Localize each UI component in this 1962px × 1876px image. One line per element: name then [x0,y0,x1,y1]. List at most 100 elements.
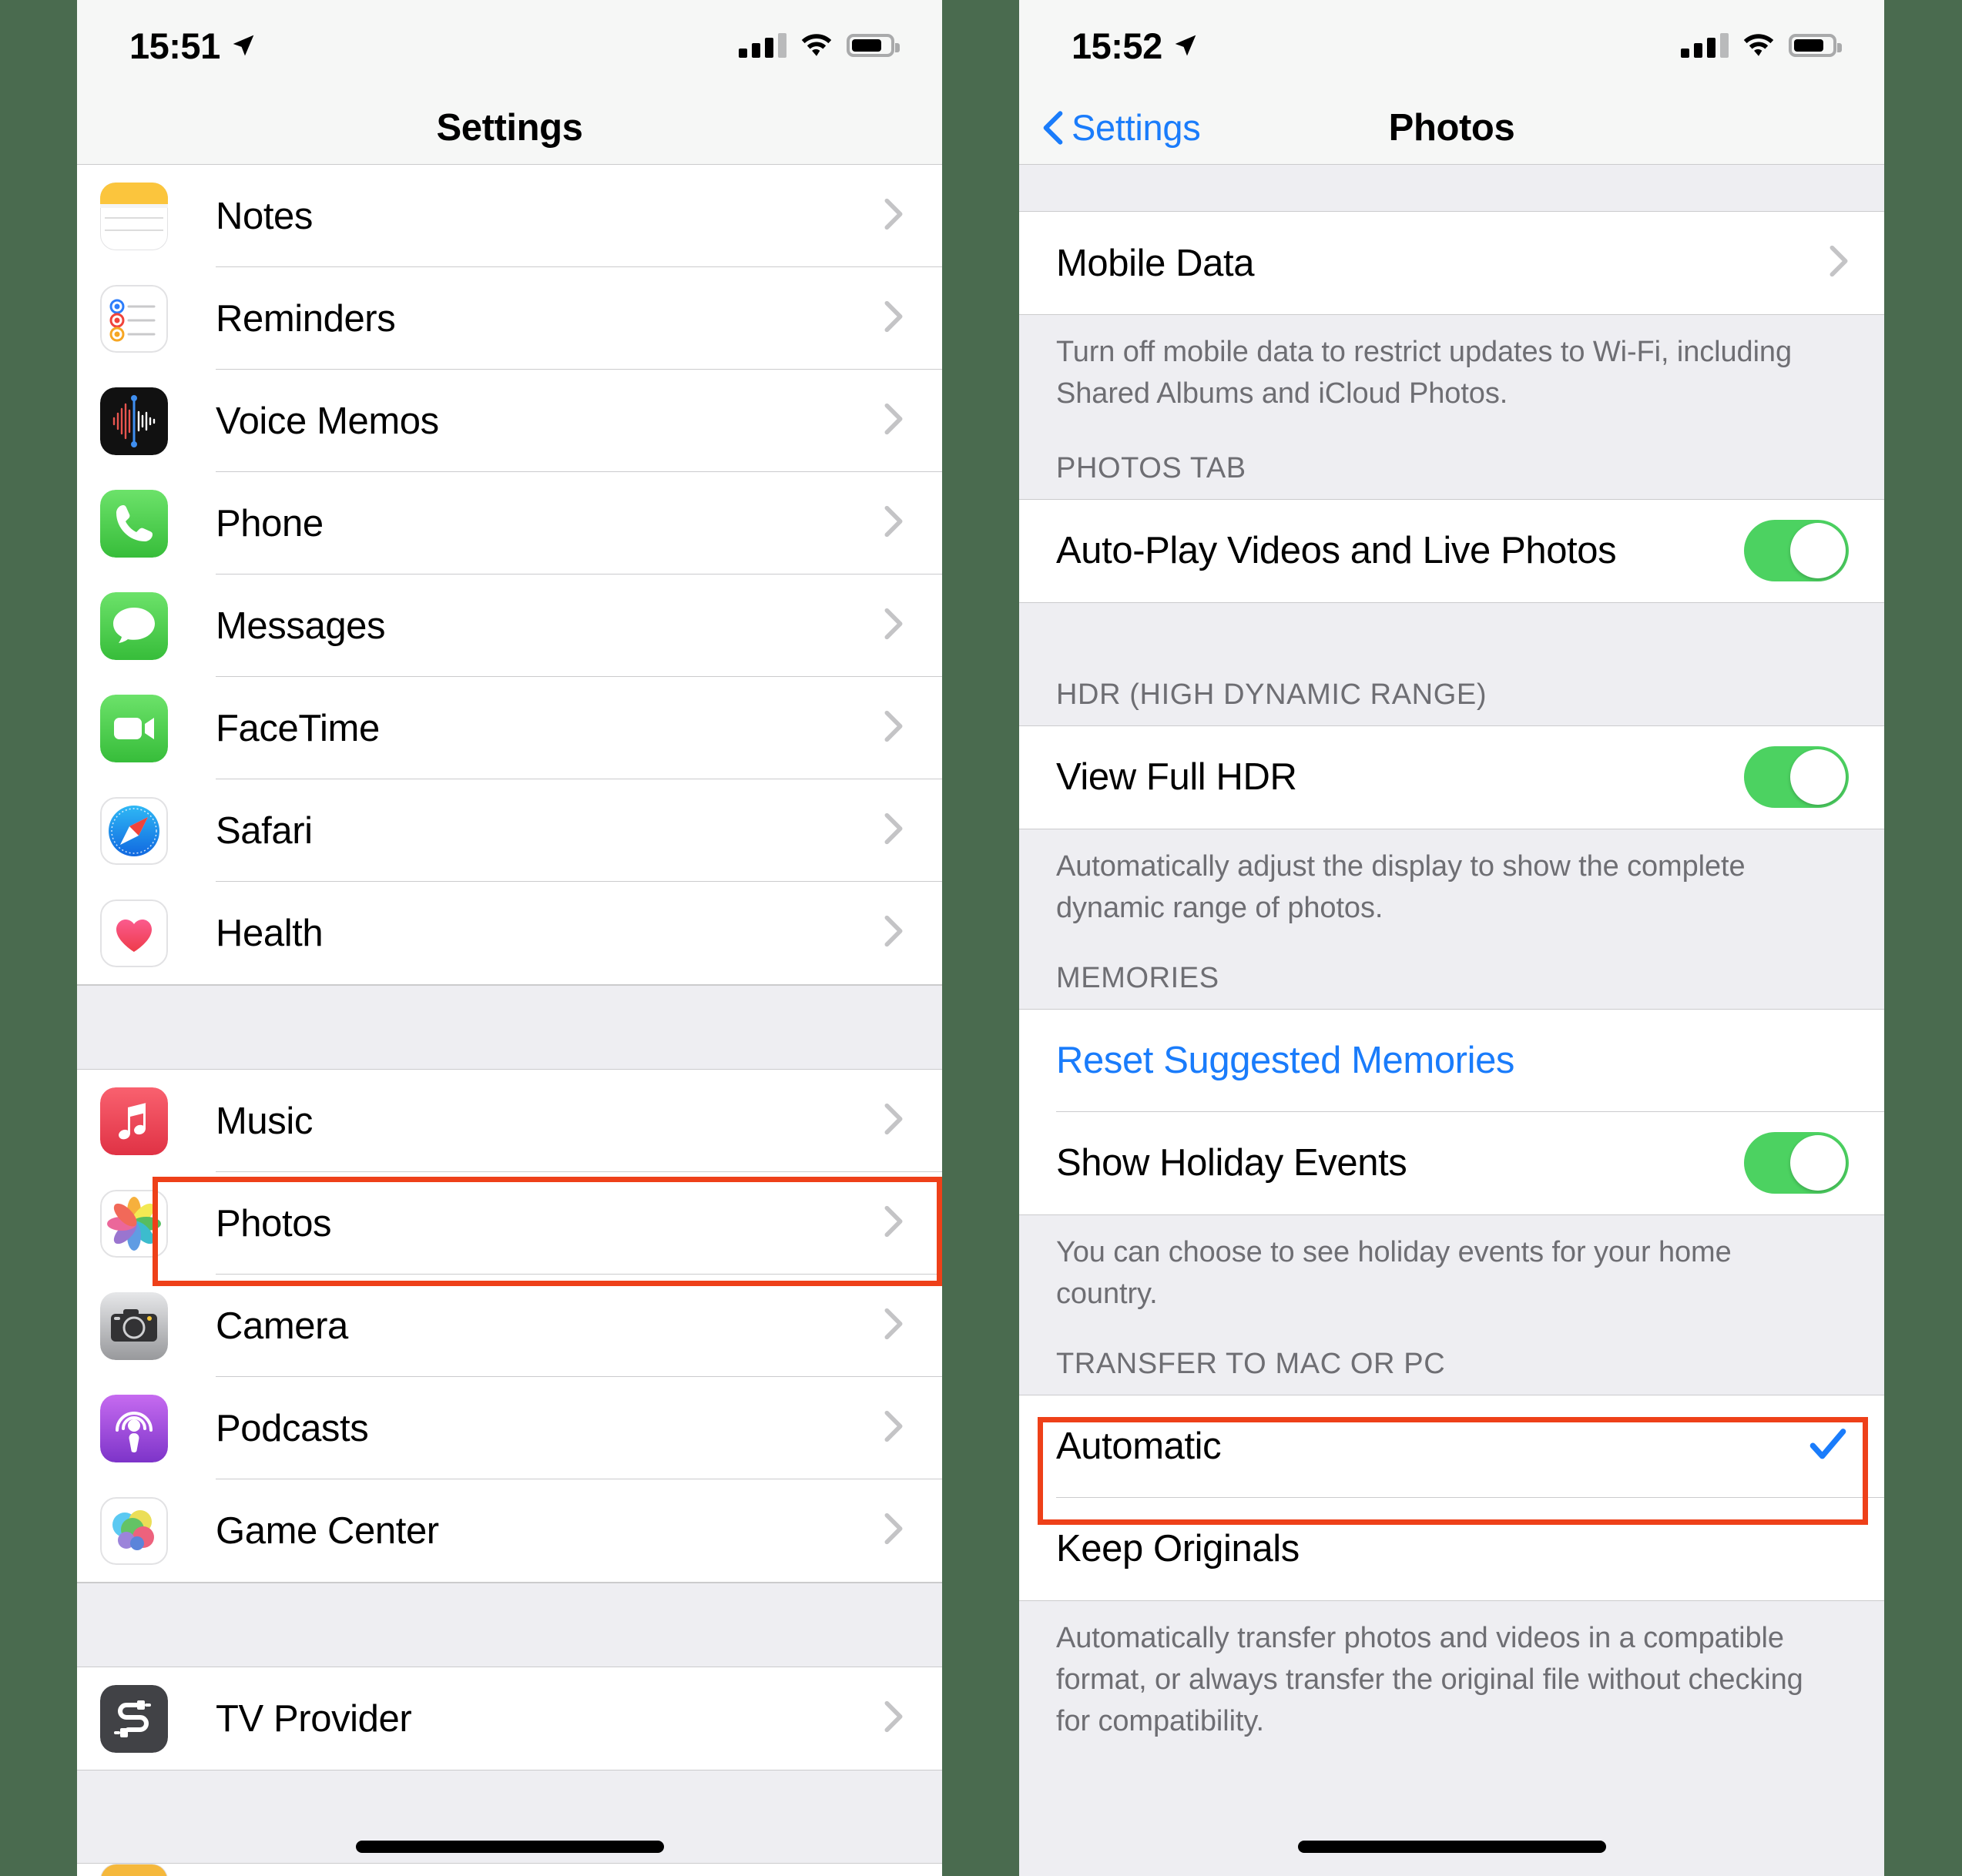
section-memories: Reset Suggested Memories Show Holiday Ev… [1019,1008,1884,1215]
row-label: Automatic [1056,1425,1222,1468]
status-left: 15:51 [129,25,256,67]
music-app-icon [100,1087,168,1155]
chevron-right-icon [1829,244,1849,282]
section-mobile-data: Mobile Data [1019,211,1884,315]
sidebar-item-reminders[interactable]: Reminders [77,267,942,370]
row-auto-play-videos[interactable]: Auto-Play Videos and Live Photos [1019,499,1884,602]
sidebar-item-facetime[interactable]: FaceTime [77,677,942,779]
health-app-icon [100,899,168,967]
facetime-app-icon [100,694,168,762]
chevron-right-icon [884,709,904,747]
section-hdr: View Full HDR [1019,725,1884,829]
show-holiday-events-toggle[interactable] [1744,1132,1849,1194]
section-header-hdr: HDR (HIGH DYNAMIC RANGE) [1019,678,1884,725]
row-show-holiday-events[interactable]: Show Holiday Events [1019,1111,1884,1214]
section-header-memories: MEMORIES [1019,961,1884,1009]
sidebar-item-label: Reminders [216,297,396,340]
chevron-right-icon [884,1204,904,1242]
sidebar-item-messages[interactable]: Messages [77,575,942,677]
wifi-icon [800,33,833,58]
sidebar-item-game-center[interactable]: Game Center [77,1479,942,1582]
battery-icon [1789,34,1842,57]
checkmark-icon [1807,1424,1849,1469]
chevron-right-icon [884,914,904,952]
section-photos-tab: Auto-Play Videos and Live Photos [1019,498,1884,603]
status-bar: 15:51 [77,0,942,91]
phone-app-icon [100,489,168,558]
row-view-full-hdr[interactable]: View Full HDR [1019,725,1884,829]
sidebar-item-voice-memos[interactable]: Voice Memos [77,370,942,472]
sidebar-item-safari[interactable]: Safari [77,779,942,882]
home-indicator [355,1841,664,1853]
sidebar-item-health[interactable]: Health [77,882,942,984]
nav-bar: Settings Photos [1019,91,1884,165]
group-separator [77,985,942,1070]
nav-bar: Settings [77,91,942,165]
status-right [739,33,900,58]
view-full-hdr-toggle[interactable] [1744,746,1849,809]
podcasts-app-icon [100,1394,168,1462]
chevron-right-icon [884,1512,904,1549]
sidebar-item-phone[interactable]: Phone [77,472,942,575]
row-label: Reset Suggested Memories [1056,1040,1515,1082]
section-spacer [1019,944,1884,962]
footer-memories: You can choose to see holiday events for… [1019,1214,1884,1331]
sidebar-item-label: Game Center [216,1509,439,1552]
sidebar-item-tv-provider[interactable]: TV Provider [77,1667,942,1770]
partial-app-icon [100,1864,168,1876]
sidebar-item-partial[interactable] [77,1864,942,1876]
section-header-photos-tab: PHOTOS TAB [1019,451,1884,499]
status-right [1681,33,1842,58]
sidebar-item-photos[interactable]: Photos [77,1172,942,1275]
photos-settings-scroll[interactable]: Mobile Data Turn off mobile data to rest… [1019,165,1884,1876]
notes-app-icon [100,182,168,250]
row-keep-originals[interactable]: Keep Originals [1019,1497,1884,1600]
sidebar-item-label: Notes [216,195,314,237]
section-transfer: Automatic Keep Originals [1019,1394,1884,1601]
sidebar-item-label: Camera [216,1305,348,1347]
sidebar-item-music[interactable]: Music [77,1070,942,1172]
chevron-right-icon [884,197,904,235]
back-button[interactable]: Settings [1019,106,1201,149]
reminders-app-icon [100,284,168,353]
sidebar-item-label: Voice Memos [216,400,439,442]
sidebar-item-label: Music [216,1100,313,1142]
right-phone-photos-settings-screen: 15:52 Settings Photos Mobile Data Turn o… [1019,0,1884,1876]
row-label: Show Holiday Events [1056,1142,1407,1184]
screenshot-stage: 15:51 Settings Notes Reminders Voice Mem… [0,0,1962,1876]
list-bottom-padding [1019,1757,1884,1876]
settings-list-scroll[interactable]: Notes Reminders Voice Memos Phone Messag… [77,165,942,1876]
row-mobile-data[interactable]: Mobile Data [1019,212,1884,314]
row-label: View Full HDR [1056,756,1297,799]
row-reset-suggested-memories[interactable]: Reset Suggested Memories [1019,1009,1884,1112]
section-spacer [1019,602,1884,678]
chevron-right-icon [884,1307,904,1345]
row-label: Auto-Play Videos and Live Photos [1056,530,1617,572]
section-spacer [1019,430,1884,452]
middle-background [942,0,1019,1876]
camera-app-icon [100,1291,168,1360]
section-header-transfer: TRANSFER TO MAC OR PC [1019,1347,1884,1395]
cellular-signal-icon [1681,33,1729,58]
row-automatic[interactable]: Automatic [1019,1395,1884,1498]
footer-transfer: Automatically transfer photos and videos… [1019,1600,1884,1758]
right-background [1884,0,1962,1876]
settings-group-apps-1: Notes Reminders Voice Memos Phone Messag… [77,165,942,985]
chevron-right-icon [884,504,904,542]
chevron-left-icon [1042,109,1064,146]
sidebar-item-podcasts[interactable]: Podcasts [77,1377,942,1479]
tv-provider-app-icon [100,1684,168,1753]
chevron-right-icon [884,1409,904,1447]
row-label: Mobile Data [1056,242,1255,284]
settings-group-apps-2: Music Photos Camera Podcasts Game Center [77,1070,942,1583]
auto-play-toggle[interactable] [1744,520,1849,582]
game-center-app-icon [100,1496,168,1565]
status-left: 15:52 [1072,25,1198,67]
wifi-icon [1742,33,1775,58]
location-arrow-icon [1173,33,1198,58]
sidebar-item-notes[interactable]: Notes [77,165,942,267]
chevron-right-icon [884,812,904,849]
sidebar-item-camera[interactable]: Camera [77,1275,942,1377]
status-time: 15:52 [1072,25,1162,66]
section-spacer [1019,1330,1884,1348]
